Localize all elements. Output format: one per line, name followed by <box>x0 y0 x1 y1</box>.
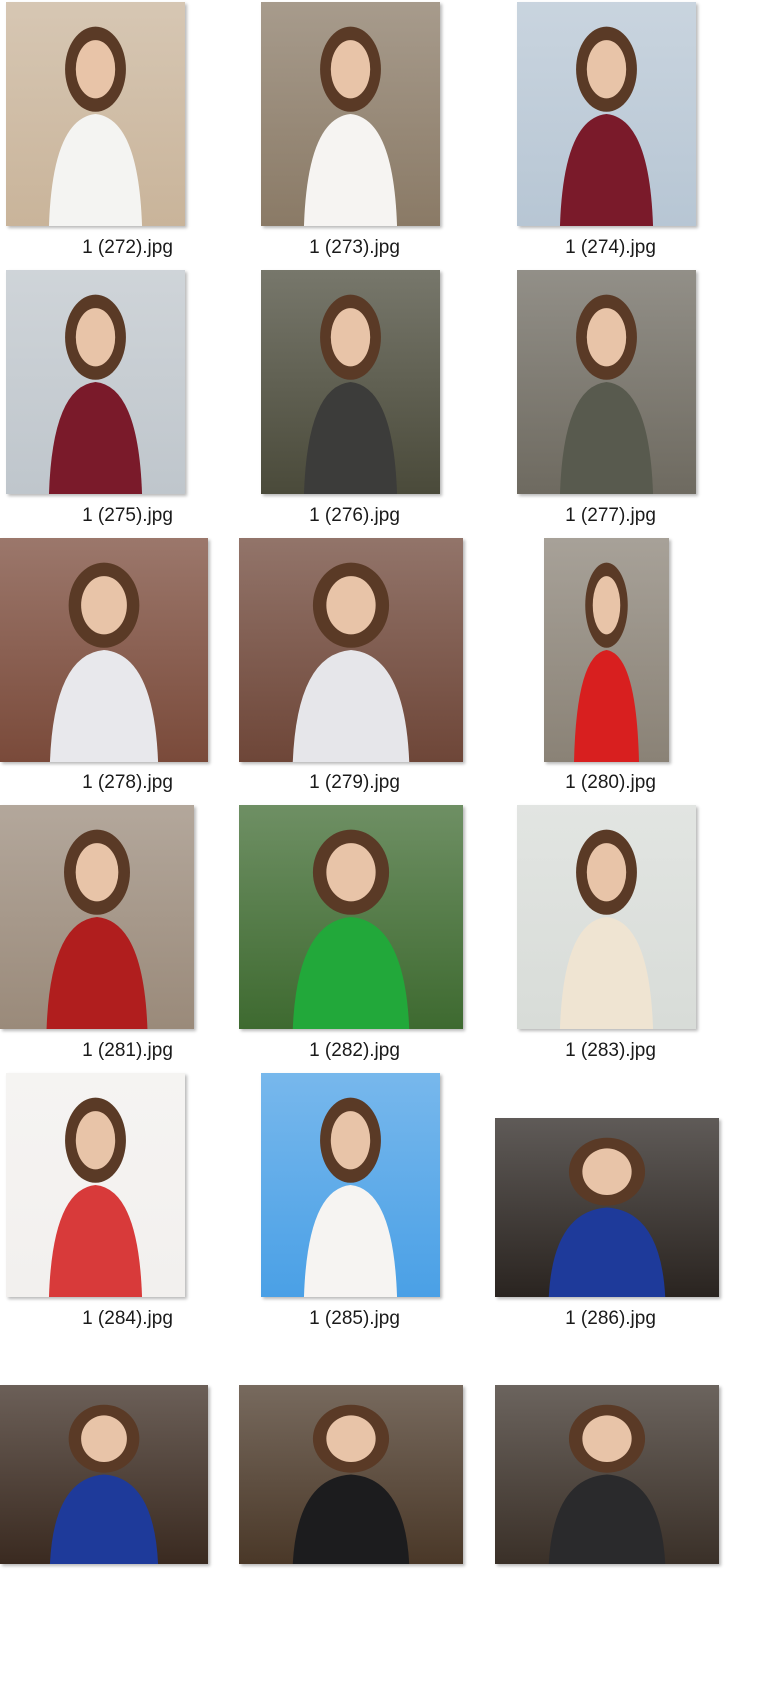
thumbnail-filename-label[interactable]: 1 (284).jpg <box>0 1308 255 1330</box>
thumbnail-filename-label[interactable]: 1 (274).jpg <box>483 237 738 259</box>
thumbnail-filename-label[interactable]: 1 (282).jpg <box>227 1040 482 1062</box>
thumbnail-filename-label[interactable]: 1 (283).jpg <box>483 1040 738 1062</box>
thumbnail-image[interactable] <box>517 2 696 226</box>
thumbnail-filename-label[interactable]: 1 (285).jpg <box>227 1308 482 1330</box>
photo-placeholder-icon <box>6 2 185 226</box>
thumbnail-image[interactable] <box>261 1073 440 1297</box>
thumbnail-filename-label[interactable]: 1 (279).jpg <box>227 772 482 794</box>
thumbnail-image[interactable] <box>239 538 463 762</box>
thumbnail-filename-label[interactable]: 1 (273).jpg <box>227 237 482 259</box>
photo-placeholder-icon <box>517 2 696 226</box>
thumbnail-filename-label[interactable]: 1 (275).jpg <box>0 505 255 527</box>
thumbnail-image[interactable] <box>517 805 696 1029</box>
photo-placeholder-icon <box>261 270 440 494</box>
photo-placeholder-icon <box>0 805 194 1029</box>
thumbnail-image[interactable] <box>261 2 440 226</box>
thumbnail-filename-label[interactable]: 1 (281).jpg <box>0 1040 255 1062</box>
photo-placeholder-icon <box>6 1073 185 1297</box>
photo-placeholder-icon <box>0 1385 208 1564</box>
thumbnail-filename-label[interactable]: 1 (277).jpg <box>483 505 738 527</box>
thumbnail-image[interactable] <box>6 1073 185 1297</box>
photo-placeholder-icon <box>0 538 208 762</box>
photo-placeholder-icon <box>495 1385 719 1564</box>
thumbnail-image[interactable] <box>0 1385 208 1564</box>
photo-placeholder-icon <box>495 1118 719 1297</box>
photo-placeholder-icon <box>6 270 185 494</box>
photo-placeholder-icon <box>261 2 440 226</box>
thumbnail-image[interactable] <box>0 805 194 1029</box>
thumbnail-image[interactable] <box>517 270 696 494</box>
thumbnail-image[interactable] <box>261 270 440 494</box>
thumbnail-image[interactable] <box>544 538 669 762</box>
thumbnail-image[interactable] <box>6 2 185 226</box>
photo-placeholder-icon <box>517 270 696 494</box>
photo-placeholder-icon <box>544 538 669 762</box>
thumbnail-filename-label[interactable]: 1 (278).jpg <box>0 772 255 794</box>
photo-placeholder-icon <box>239 1385 463 1564</box>
thumbnail-image[interactable] <box>6 270 185 494</box>
photo-placeholder-icon <box>261 1073 440 1297</box>
photo-placeholder-icon <box>239 538 463 762</box>
thumbnail-image[interactable] <box>495 1118 719 1297</box>
thumbnail-filename-label[interactable]: 1 (276).jpg <box>227 505 482 527</box>
thumbnail-image[interactable] <box>0 538 208 762</box>
thumbnail-image[interactable] <box>495 1385 719 1564</box>
photo-placeholder-icon <box>517 805 696 1029</box>
thumbnail-filename-label[interactable]: 1 (272).jpg <box>0 237 255 259</box>
thumbnail-filename-label[interactable]: 1 (280).jpg <box>483 772 738 794</box>
thumbnail-filename-label[interactable]: 1 (286).jpg <box>483 1308 738 1330</box>
thumbnail-image[interactable] <box>239 1385 463 1564</box>
thumbnail-image[interactable] <box>239 805 463 1029</box>
photo-placeholder-icon <box>239 805 463 1029</box>
